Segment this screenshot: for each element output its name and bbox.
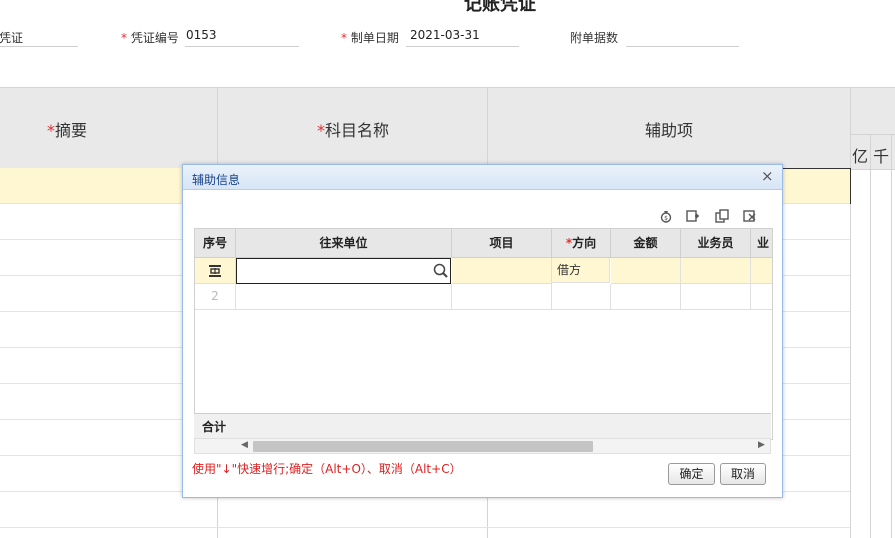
partner-input[interactable] <box>236 258 451 284</box>
copy-row-icon[interactable] <box>715 209 729 223</box>
total-label: 合计 <box>202 420 227 434</box>
total-row: 合计 <box>194 413 771 438</box>
date-underline <box>406 46 519 47</box>
attachments-input[interactable] <box>626 46 739 47</box>
grid-header <box>0 87 850 170</box>
amount-cell[interactable] <box>611 284 681 310</box>
shortcut-hint: 使用"↓"快速增行;确定（Alt+O）、取消（Alt+C） <box>192 462 462 476</box>
page-title: 记账凭证 <box>464 0 536 15</box>
scroll-right-icon[interactable]: ▶ <box>758 440 765 450</box>
dialog-title: 辅助信息 <box>192 173 241 187</box>
row-index-cell[interactable] <box>195 258 236 284</box>
grid-row-line <box>0 527 850 528</box>
dialog-titlebar[interactable] <box>183 165 782 190</box>
col-aux: 辅助项 <box>645 121 694 140</box>
grid-divider <box>891 134 892 538</box>
unit-qian: 千 <box>873 147 890 166</box>
row-insert-icon[interactable] <box>208 264 222 278</box>
attachments-label: 附单据数 <box>570 31 619 45</box>
voucher-no-underline <box>185 46 299 47</box>
required-mark: * <box>341 31 347 45</box>
delete-row-icon[interactable] <box>743 209 757 223</box>
active-cell[interactable] <box>782 168 851 204</box>
voucher-no-value[interactable]: 0153 <box>186 28 217 42</box>
more-cell[interactable] <box>751 258 772 284</box>
close-icon[interactable]: × <box>761 167 774 185</box>
cancel-button[interactable]: 取消 <box>720 463 766 485</box>
col-direction: *方向 <box>552 229 611 258</box>
col-summary: *摘要 <box>47 121 88 140</box>
project-cell[interactable] <box>452 258 552 284</box>
salesperson-cell[interactable] <box>681 258 751 284</box>
svg-text:$: $ <box>664 215 668 222</box>
col-more: 业 <box>751 229 772 258</box>
col-amount: 金额 <box>611 229 681 258</box>
direction-cell[interactable] <box>552 284 611 310</box>
date-label: * 制单日期 <box>341 31 399 45</box>
ok-button[interactable]: 确定 <box>668 463 715 485</box>
voucher-no-label: * 凭证编号 <box>121 31 179 45</box>
col-account: *科目名称 <box>317 121 390 140</box>
row-index-cell: 2 <box>195 284 236 310</box>
horizontal-scrollbar[interactable]: ◀ ▶ <box>194 438 771 454</box>
grid-divider <box>870 134 871 538</box>
unit-yi: 亿 <box>852 147 869 166</box>
scroll-left-icon[interactable]: ◀ <box>241 440 248 450</box>
search-icon[interactable] <box>433 263 449 279</box>
more-cell[interactable] <box>751 284 772 310</box>
aux-table: 序号 往来单位 项目 *方向 金额 业务员 业 借方 2 <box>194 228 773 440</box>
grid-divider <box>850 87 851 538</box>
col-project: 项目 <box>452 229 552 258</box>
aux-info-dialog: 辅助信息 × $ 序号 往来单位 项目 *方向 金额 业务员 业 借方 2 合计… <box>182 164 783 498</box>
scroll-thumb[interactable] <box>253 441 593 452</box>
salesperson-cell[interactable] <box>681 284 751 310</box>
direction-cell[interactable]: 借方 <box>552 258 610 283</box>
date-value[interactable]: 2021-03-31 <box>410 28 480 42</box>
voucher-type-label: 凭证 <box>0 31 24 45</box>
col-salesperson: 业务员 <box>681 229 751 258</box>
required-mark: * <box>121 31 127 45</box>
col-index: 序号 <box>195 229 236 258</box>
add-row-icon[interactable] <box>686 209 700 223</box>
money-bag-icon[interactable]: $ <box>659 209 673 223</box>
col-partner: 往来单位 <box>236 229 452 258</box>
voucher-type-input[interactable] <box>0 46 78 47</box>
grid-divider <box>850 134 895 135</box>
project-cell[interactable] <box>452 284 552 310</box>
amount-cell[interactable] <box>611 258 681 284</box>
partner-cell[interactable] <box>236 284 452 310</box>
